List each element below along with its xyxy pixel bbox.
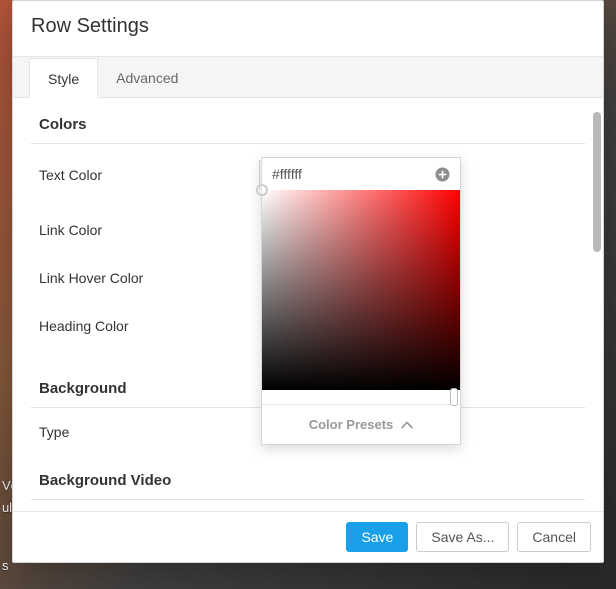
label-type: Type <box>39 424 259 440</box>
modal-footer: Save Save As... Cancel <box>13 511 603 562</box>
presets-label: Color Presets <box>309 417 394 432</box>
section-colors-title: Colors <box>31 110 585 143</box>
modal-tabs: Style Advanced <box>13 56 603 98</box>
hex-input[interactable] <box>272 166 372 182</box>
scrollbar[interactable] <box>591 98 603 511</box>
scrollbar-thumb <box>593 112 601 252</box>
tab-style[interactable]: Style <box>29 58 98 98</box>
label-heading-color: Heading Color <box>39 318 259 334</box>
plus-circle-icon <box>435 167 450 182</box>
save-as-button[interactable]: Save As... <box>416 522 509 552</box>
row-settings-modal: Row Settings Style Advanced Colors Text … <box>12 0 604 563</box>
label-link-hover-color: Link Hover Color <box>39 270 259 286</box>
tab-advanced[interactable]: Advanced <box>98 58 196 98</box>
hue-thumb <box>450 388 458 406</box>
color-picker-popover: Color Presets <box>261 157 461 445</box>
chevron-up-icon <box>401 421 413 429</box>
sv-cursor <box>256 184 268 196</box>
cancel-button[interactable]: Cancel <box>517 522 591 552</box>
label-link-color: Link Color <box>39 222 259 238</box>
section-background-video-title: Background Video <box>31 466 585 499</box>
modal-body: Colors Text Color × Link Color Link Hove… <box>13 98 603 511</box>
color-presets-toggle[interactable]: Color Presets <box>262 404 460 444</box>
saturation-value-area[interactable] <box>262 190 460 390</box>
color-picker-header <box>262 158 460 190</box>
modal-header: Row Settings <box>13 1 603 56</box>
save-button[interactable]: Save <box>346 522 408 552</box>
label-text-color: Text Color <box>39 167 259 183</box>
divider <box>31 499 585 500</box>
add-preset-button[interactable] <box>435 167 450 182</box>
hue-slider[interactable] <box>262 390 460 404</box>
modal-title: Row Settings <box>31 15 585 38</box>
